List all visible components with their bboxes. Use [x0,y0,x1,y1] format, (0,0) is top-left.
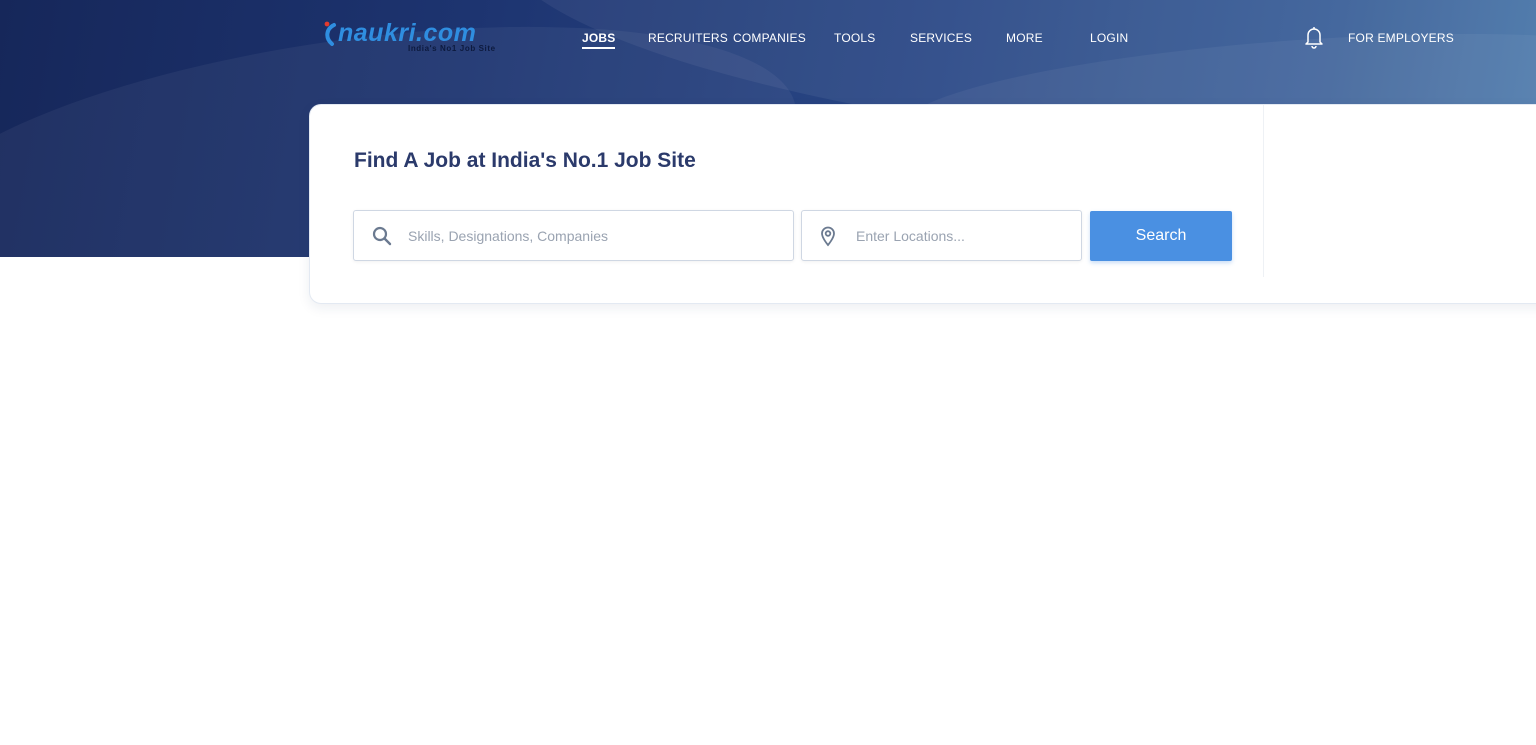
nav-item-companies[interactable]: COMPANIES [733,31,806,45]
brand-tagline: India's No1 Job Site [408,44,496,53]
bell-icon[interactable] [1302,24,1326,50]
skills-input[interactable] [408,211,788,260]
page-title: Find A Job at India's No.1 Job Site [354,149,696,172]
location-pin-icon [821,226,835,247]
nav-item-login[interactable]: LOGIN [1090,31,1128,45]
search-icon [372,226,392,246]
brand-name: naukri.com [338,19,477,47]
nav-item-more[interactable]: MORE [1006,31,1043,45]
location-input[interactable] [856,211,1076,260]
nav-item-recruiters[interactable]: RECRUITERS [648,31,728,45]
search-card: Find A Job at India's No.1 Job Site Sear… [309,104,1536,304]
location-search-field[interactable] [801,210,1082,261]
search-button[interactable]: Search [1090,211,1232,261]
nav-item-services[interactable]: SERVICES [910,31,972,45]
skills-search-field[interactable] [353,210,794,261]
card-divider [1263,105,1264,277]
brand-logo[interactable]: naukri.com India's No1 Job Site [322,18,502,56]
nav-item-jobs[interactable]: JOBS [582,31,616,49]
for-employers-link[interactable]: FOR EMPLOYERS [1348,31,1454,45]
nav-item-tools[interactable]: TOOLS [834,31,875,45]
